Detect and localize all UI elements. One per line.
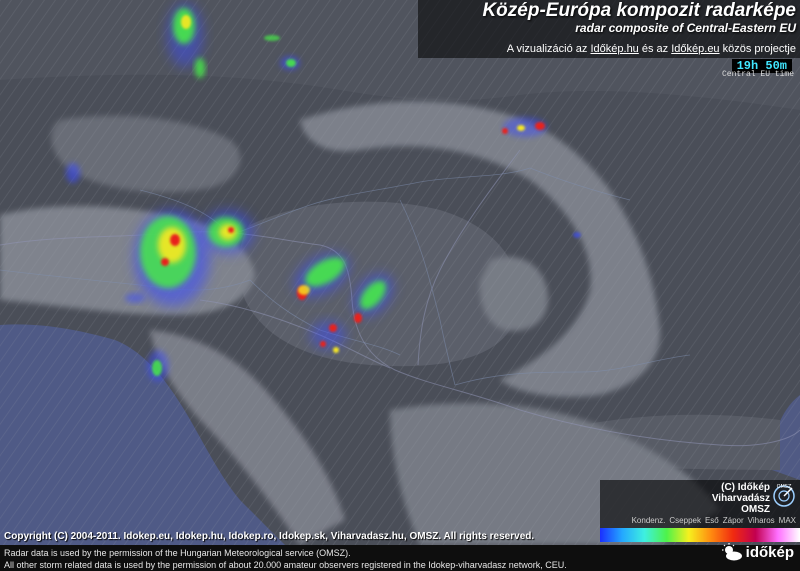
legend-label: Kondenz. xyxy=(631,516,666,525)
map-subtitle: radar composite of Central-Eastern EU xyxy=(575,21,796,35)
radar-map xyxy=(0,0,800,545)
terrain-relief xyxy=(0,0,800,545)
echo-high xyxy=(333,347,339,353)
radar-map-page: Közép-Európa kompozit radarképe radar co… xyxy=(0,0,800,571)
echo-high xyxy=(298,285,310,295)
project-credit: A vizualizáció az Időkép.hu és az Időkép… xyxy=(507,43,796,55)
timezone-label: Central EU time xyxy=(721,70,794,79)
map-title: Közép-Európa kompozit radarképe xyxy=(482,0,796,21)
echo-mid xyxy=(195,58,205,78)
echo-mid xyxy=(264,35,280,41)
logo-line-2: Viharvadász xyxy=(711,493,770,504)
echo-mid xyxy=(152,360,162,376)
echo-max xyxy=(161,258,169,266)
radar-cell-alps-west xyxy=(134,210,210,306)
echo-max xyxy=(228,227,234,233)
legend-label: MAX xyxy=(778,516,796,525)
omsz-radar-icon: OMSZ xyxy=(773,484,795,507)
idokep-brand: időkép xyxy=(721,543,794,561)
svg-text:OMSZ: OMSZ xyxy=(777,484,792,490)
echo-low xyxy=(310,321,346,349)
echo-high xyxy=(219,224,237,240)
echo-mid xyxy=(286,59,296,67)
legend-label: Cseppek xyxy=(669,516,701,525)
echo-max xyxy=(329,324,337,332)
radar-cell-transylvania xyxy=(573,232,581,238)
radar-cell-istria xyxy=(147,350,169,382)
project-middle: és az xyxy=(641,43,669,55)
brand-name: időkép xyxy=(745,543,794,561)
legend-gradient xyxy=(600,528,800,542)
logo-line-1: (C) Időkép xyxy=(721,482,770,493)
legend-label: Viharos xyxy=(747,516,775,525)
echo-max xyxy=(170,234,180,246)
storm-data-note: All other storm related data is used by … xyxy=(4,560,567,570)
echo-high xyxy=(181,15,191,29)
radar-cell-alps-east xyxy=(202,210,254,254)
echo-high xyxy=(158,227,186,263)
idokep-eu-link[interactable]: Időkép.eu xyxy=(671,43,719,55)
legend-label: Eső xyxy=(704,516,719,525)
sun-cloud-icon xyxy=(721,543,742,561)
idokep-hu-link[interactable]: Időkép.hu xyxy=(590,43,638,55)
legend-labels: Kondenz. Cseppek Eső Zápor Viharos MAX xyxy=(600,516,800,528)
radar-cell-carinthia xyxy=(125,293,145,303)
logo-credit: (C) Időkép Viharvadász OMSZ xyxy=(712,482,770,515)
radar-cell-bavaria xyxy=(66,163,80,183)
echo-max xyxy=(354,313,362,323)
legend-label: Zápor xyxy=(722,516,744,525)
logo-line-3: OMSZ xyxy=(741,504,770,515)
echo-max xyxy=(320,341,326,347)
project-prefix: A vizualizáció az xyxy=(506,43,588,55)
echo-max xyxy=(502,128,508,134)
radar-data-note: Radar data is used by the permission of … xyxy=(4,548,351,558)
copyright-text: Copyright (C) 2004-2011. Idokep.eu, Idok… xyxy=(4,531,535,542)
echo-max xyxy=(535,122,545,130)
project-suffix: közös projectje xyxy=(722,43,796,55)
logo-panel xyxy=(600,480,800,516)
legend-color-bar xyxy=(600,528,800,542)
echo-high xyxy=(517,125,525,131)
